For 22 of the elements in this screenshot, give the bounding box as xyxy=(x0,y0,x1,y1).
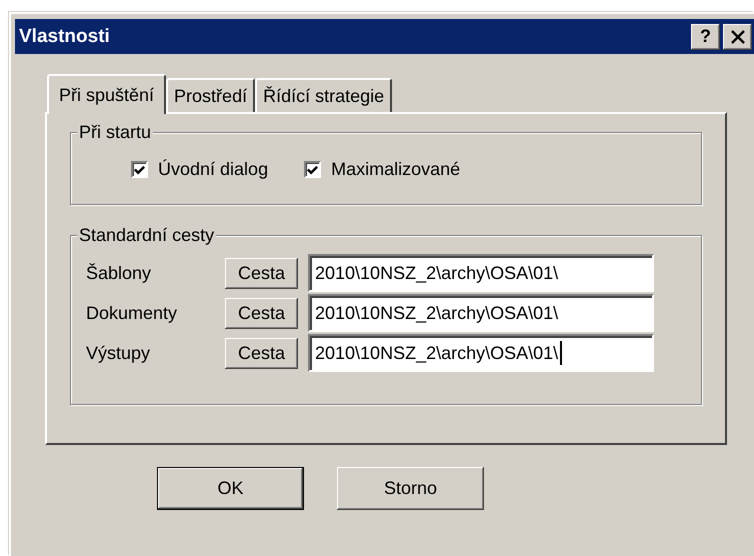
checkbox-label: Úvodní dialog xyxy=(158,159,268,180)
tab[interactable]: Řídící strategie xyxy=(255,78,392,112)
checkbox[interactable] xyxy=(304,161,322,178)
path-field[interactable]: 2010\10NSZ_2\archy\OSA\01\ xyxy=(308,254,654,292)
path-label: Šablony xyxy=(86,262,152,284)
path-field[interactable]: 2010\10NSZ_2\archy\OSA\01\ xyxy=(308,294,654,332)
tab[interactable]: Prostředí xyxy=(166,78,256,112)
help-button[interactable]: ? xyxy=(691,24,720,50)
dialog-button[interactable]: Storno xyxy=(337,467,484,510)
close-icon xyxy=(730,30,744,44)
path-label: Výstupy xyxy=(86,342,152,364)
window-title: Vlastnosti xyxy=(19,26,110,48)
close-button[interactable] xyxy=(723,24,752,50)
dialog-button[interactable]: OK xyxy=(157,467,304,510)
checkbox-label: Maximalizované xyxy=(331,159,460,180)
browse-button[interactable]: Cesta xyxy=(225,338,298,368)
path-field[interactable]: 2010\10NSZ_2\archy\OSA\01\ xyxy=(308,334,654,372)
browse-button[interactable]: Cesta xyxy=(225,298,298,328)
path-label: Dokumenty xyxy=(86,302,178,324)
browse-button[interactable]: Cesta xyxy=(225,258,298,288)
checkbox[interactable] xyxy=(131,161,148,178)
tab[interactable]: Při spuštění xyxy=(47,74,166,114)
